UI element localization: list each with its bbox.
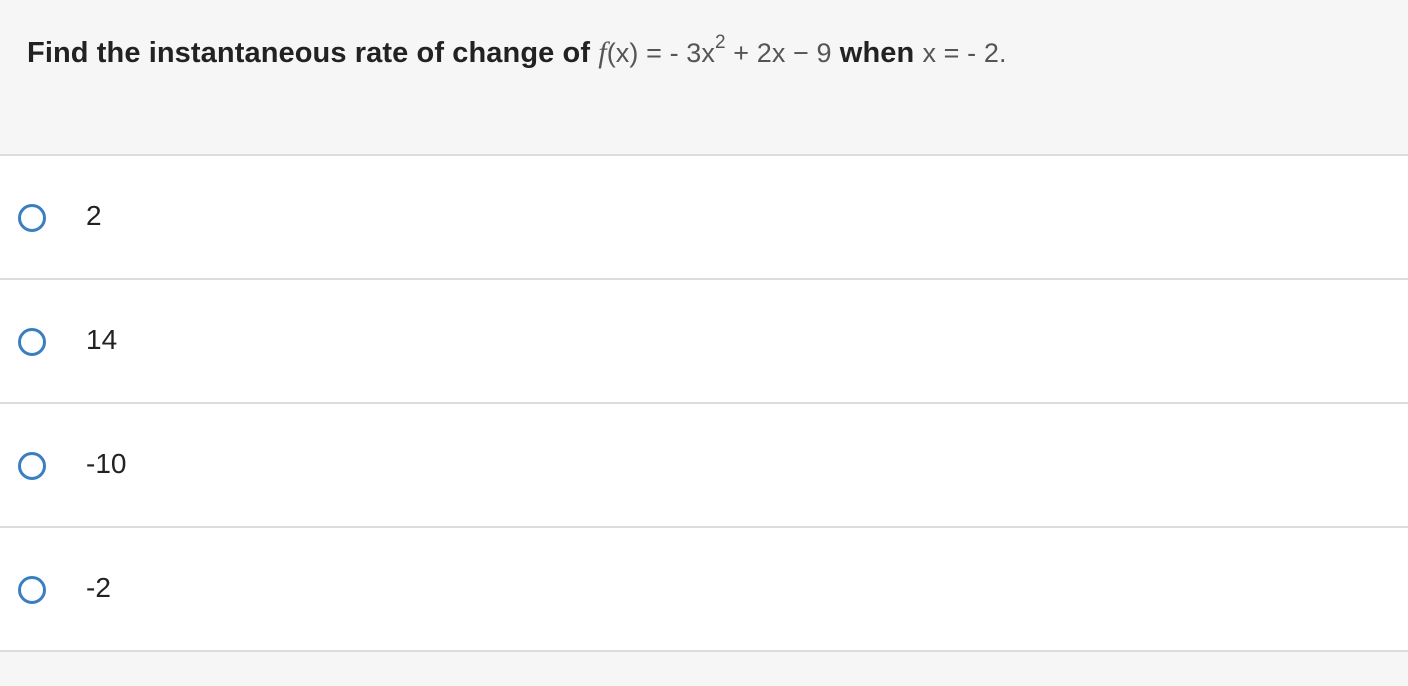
when-word: when: [831, 37, 923, 69]
answer-option[interactable]: -10: [0, 404, 1408, 528]
radio-button[interactable]: [18, 328, 46, 356]
question-panel: Find the instantaneous rate of change of…: [0, 0, 1408, 156]
radio-button[interactable]: [18, 576, 46, 604]
question-prefix: Find the instantaneous rate of change of: [27, 37, 599, 69]
radio-button[interactable]: [18, 452, 46, 480]
option-label: 14: [86, 324, 118, 355]
function-expression: f(x) = - 3x2 + 2x − 9: [598, 33, 832, 69]
option-label: 2: [86, 200, 102, 231]
radio-button[interactable]: [18, 204, 46, 232]
answer-option[interactable]: 2: [0, 156, 1408, 280]
question-text: Find the instantaneous rate of change of…: [27, 33, 1007, 70]
answer-option[interactable]: 14: [0, 280, 1408, 404]
function-equals: = - 3x: [638, 38, 715, 68]
function-rest: + 2x − 9: [725, 38, 832, 68]
option-label: -10: [86, 448, 127, 479]
option-label: -2: [86, 572, 111, 603]
function-arg: (x): [606, 38, 639, 68]
function-name: f: [598, 36, 607, 69]
answer-options: 2 14 -10 -2: [0, 156, 1408, 652]
condition-expression: x = - 2.: [922, 38, 1007, 68]
exponent: 2: [714, 32, 726, 53]
footer-area: [0, 652, 1408, 682]
answer-option[interactable]: -2: [0, 528, 1408, 652]
